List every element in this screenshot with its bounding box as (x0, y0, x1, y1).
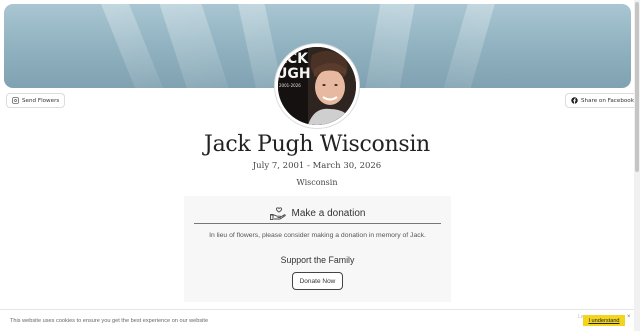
close-cookie-button[interactable]: × (627, 314, 631, 320)
location: Wisconsin (296, 178, 338, 187)
send-flowers-button[interactable]: Send Flowers (6, 93, 66, 108)
cookie-message: This website uses cookies to ensure you … (10, 318, 209, 324)
facebook-icon (571, 97, 578, 104)
avatar: ACK UGH 2001-2026 (275, 44, 359, 128)
share-facebook-label: Share on Facebook (581, 97, 634, 104)
donation-card: Make a donation In lieu of flowers, plea… (184, 196, 451, 302)
send-flowers-label: Send Flowers (22, 97, 60, 104)
donate-now-button[interactable]: Donate Now (292, 272, 343, 290)
deceased-name: Jack Pugh Wisconsin (204, 132, 430, 157)
share-facebook-button[interactable]: Share on Facebook (565, 93, 640, 108)
donation-message: In lieu of flowers, please consider maki… (209, 232, 426, 239)
profile-photo: ACK UGH 2001-2026 (278, 47, 356, 125)
cookie-banner: This website uses cookies to ensure you … (0, 309, 634, 331)
donation-title: Make a donation (291, 208, 366, 219)
flower-card-icon (12, 97, 19, 104)
scrollbar-thumb[interactable] (635, 2, 639, 172)
life-dates: July 7, 2001 - March 30, 2026 (252, 161, 382, 171)
accept-cookies-button[interactable]: I understand (583, 315, 625, 326)
photo-text-3: 2001-2026 (279, 83, 301, 88)
donation-header: Make a donation (194, 204, 441, 224)
support-title: Support the Family (280, 255, 355, 265)
hand-heart-icon (269, 207, 286, 220)
photo-text-2: UGH (278, 66, 311, 82)
scrollbar[interactable] (634, 0, 640, 331)
